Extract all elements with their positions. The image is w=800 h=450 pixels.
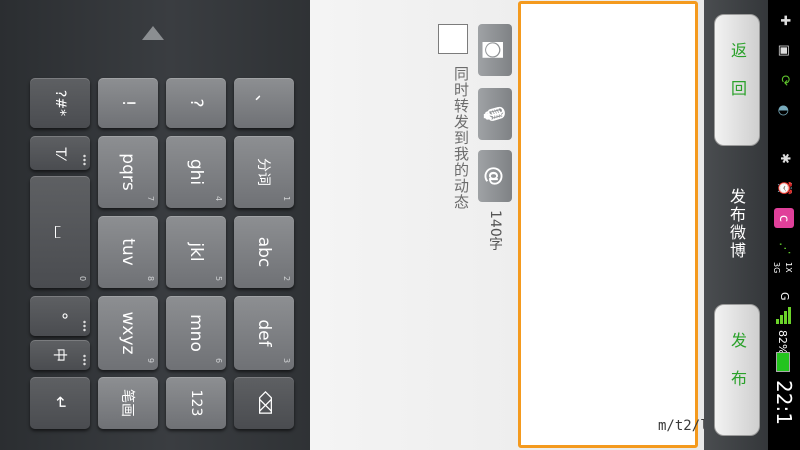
page-title: 发布微博 — [727, 188, 746, 260]
key-mno[interactable]: mno 6 — [166, 296, 226, 370]
weibo-notify-icon: ◐ — [776, 104, 792, 116]
key-number: 2 — [281, 275, 291, 282]
key-label: jkl — [186, 242, 206, 262]
key-stroke[interactable]: 笔画 — [98, 377, 158, 429]
add-icon: ✚ — [776, 14, 792, 26]
key-number: 9 — [145, 357, 155, 364]
microphone-icon: 🎙 — [482, 101, 507, 127]
key-label: 、 — [251, 94, 272, 112]
key-tuv[interactable]: tuv 8 — [98, 216, 158, 288]
text-mode-icon: T⁄ — [52, 147, 68, 159]
key-label: pqrs — [118, 153, 138, 191]
microphone-button[interactable]: 🎙 — [478, 88, 512, 140]
key-chinese-mode[interactable]: 中 — [30, 340, 90, 370]
publish-button[interactable]: 发布 — [714, 304, 760, 436]
key-comma[interactable]: 、 — [234, 78, 294, 128]
weibo-text-input[interactable] — [518, 1, 698, 448]
key-pqrs[interactable]: pqrs 7 — [98, 136, 158, 208]
key-number: 0 — [77, 275, 87, 282]
key-label: 中 — [51, 348, 67, 362]
key-label: tuv — [118, 238, 138, 266]
collapse-keyboard-arrow-icon[interactable] — [142, 26, 164, 40]
key-label: 123 — [188, 389, 204, 417]
sync-icon: ⟳ — [776, 74, 792, 86]
key-label: ! — [118, 99, 138, 107]
key-number: 4 — [213, 195, 223, 202]
forward-checkbox[interactable] — [438, 24, 468, 54]
key-abc[interactable]: abc 2 — [234, 216, 294, 288]
status-bar: ✚ ▣ ⟳ ◐ ✱ ⏰ c ⋰ 3G 1X G 82% 22:1 — [768, 0, 800, 450]
key-enter[interactable]: ↵ — [30, 377, 90, 429]
wifi-icon: ⋰ — [776, 241, 792, 255]
key-label: mno — [186, 314, 206, 352]
space-icon: ⌴ — [50, 225, 70, 239]
camera-icon: ◙ — [483, 40, 507, 60]
bluetooth-icon: ✱ — [776, 152, 792, 164]
title-bar: 返回 发布微博 发布 — [704, 0, 768, 450]
network-1x: 1X — [784, 262, 793, 273]
key-def[interactable]: def 3 — [234, 296, 294, 370]
app-notify-icon: c — [774, 208, 794, 228]
key-degree[interactable]: ° — [30, 296, 90, 336]
signal-strength-icon — [774, 306, 794, 326]
character-count: 140字 — [487, 210, 503, 251]
battery-icon — [776, 352, 790, 372]
key-label: ° — [50, 311, 70, 321]
key-label: ?#* — [52, 89, 68, 117]
key-number: 5 — [213, 275, 223, 282]
key-number: 8 — [145, 275, 155, 282]
alarm-icon: ⏰ — [776, 179, 792, 197]
camera-button[interactable]: ◙ — [478, 24, 512, 76]
mention-button[interactable]: @ — [478, 150, 512, 202]
key-jkl[interactable]: jkl 5 — [166, 216, 226, 288]
network-3g: 3G — [772, 262, 781, 274]
key-wxyz[interactable]: wxyz 9 — [98, 296, 158, 370]
key-ghi[interactable]: ghi 4 — [166, 136, 226, 208]
ime-keyboard: ?#* T⁄ ⌴ 0 ° 中 ↵ ! pqrs 7 tuv 8 wxyz 9 笔… — [0, 0, 310, 450]
key-number: 6 — [213, 357, 223, 364]
network-g: G — [778, 292, 791, 301]
clock: 22:1 — [772, 380, 796, 425]
key-space[interactable]: ⌴ 0 — [30, 176, 90, 288]
compose-panel: 同时转发到我的动态 ◙ 🎙 @ 140字 m/t2/lxlhd — [310, 0, 742, 450]
key-symbols[interactable]: ?#* — [30, 78, 90, 128]
key-question[interactable]: ? — [166, 78, 226, 128]
key-split[interactable]: 分词 1 — [234, 136, 294, 208]
forward-label: 同时转发到我的动态 — [452, 66, 470, 210]
key-exclamation[interactable]: ! — [98, 78, 158, 128]
key-label: def — [254, 319, 274, 347]
key-numeric[interactable]: 123 — [166, 377, 226, 429]
key-label: 分词 — [255, 158, 271, 186]
back-button[interactable]: 返回 — [714, 14, 760, 146]
backspace-icon: ⌫ — [254, 390, 274, 416]
gallery-icon: ▣ — [776, 43, 792, 57]
key-label: 笔画 — [119, 389, 135, 417]
key-number: 3 — [281, 357, 291, 364]
key-label: ghi — [186, 158, 206, 186]
battery-percent: 82% — [776, 330, 789, 355]
key-backspace[interactable]: ⌫ — [234, 377, 294, 429]
key-label: ? — [186, 98, 206, 108]
enter-arrow-icon: ↵ — [50, 395, 70, 411]
more-dots-icon — [83, 354, 86, 366]
key-text-mode[interactable]: T⁄ — [30, 136, 90, 170]
key-label: wxyz — [118, 311, 138, 355]
at-icon: @ — [483, 166, 507, 186]
more-dots-icon — [83, 320, 86, 332]
key-number: 1 — [281, 195, 291, 202]
more-dots-icon — [83, 154, 86, 166]
key-number: 7 — [145, 195, 155, 202]
key-label: abc — [254, 236, 274, 268]
